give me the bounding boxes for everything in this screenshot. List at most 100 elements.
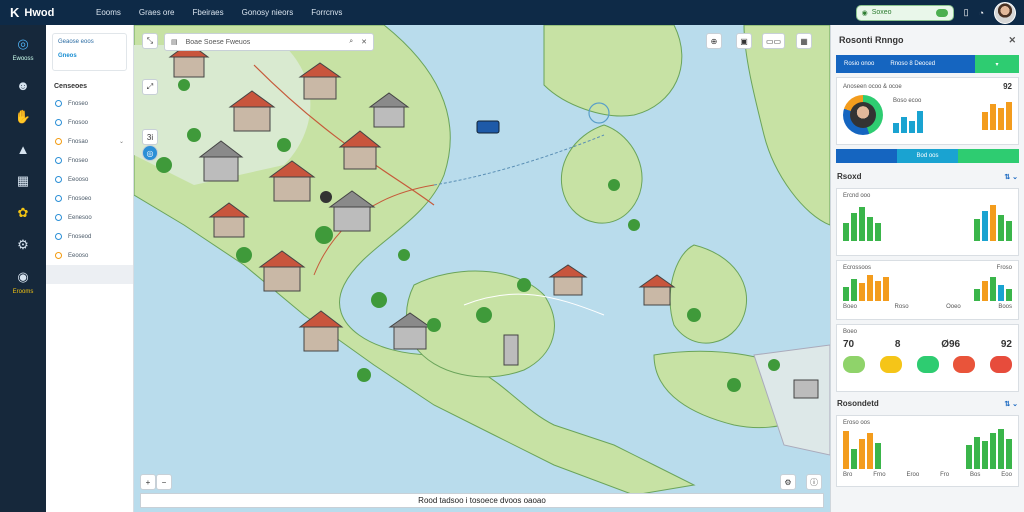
people-icon: ☻ [16, 77, 30, 93]
back-button[interactable]: ⤡ [142, 33, 158, 49]
mini-bars-blue [893, 107, 923, 133]
list-item[interactable]: Eenesoo [46, 208, 133, 227]
list-item-label: Eeooso [68, 176, 89, 183]
bar [909, 120, 915, 133]
map-toolbar-text: Boae Soese Fweuos [185, 38, 251, 46]
stats-title: Rsoxd ⇅ ⌄ [831, 169, 1024, 184]
brand[interactable]: K Hwod [0, 5, 90, 20]
radio-icon [55, 119, 62, 126]
status-pill[interactable] [879, 356, 902, 373]
info-button[interactable]: ⓘ [806, 474, 822, 490]
axis-label: Bos [970, 472, 981, 478]
close-icon[interactable]: ✕ [1008, 35, 1016, 46]
list-item-selected[interactable] [46, 265, 133, 284]
tab-1[interactable]: Rosio onoo [836, 61, 882, 67]
bar [1006, 289, 1012, 301]
status-pill[interactable] [916, 356, 939, 373]
map-canvas[interactable]: ⤡ ▤ Boae Soese Fweuos ⌕ ✕ ⤢ 3i ◎ ⊕ ▣ ▭▭ … [134, 25, 830, 512]
topnav-item[interactable]: Fbeiraes [192, 8, 223, 17]
list-item[interactable]: Eeooso [46, 246, 133, 265]
list-item[interactable]: Fnoseo [46, 151, 133, 170]
layer-icon: ▤ [171, 39, 178, 46]
bars-orange [843, 429, 881, 469]
side-panel-head-link[interactable]: Gneos [58, 53, 121, 59]
right-panel-header: Rosonti Rnngo ✕ [831, 25, 1024, 55]
stats-sub: Ercnd ooo [843, 193, 871, 199]
chevron-icon[interactable]: ⇅ ⌄ [1004, 173, 1018, 181]
avatar[interactable] [994, 1, 1016, 24]
rail-item-gear[interactable]: ✿ [14, 204, 32, 222]
bars-mixed [974, 205, 1012, 241]
rail-item-people[interactable]: ☻ [14, 76, 32, 94]
bar [990, 104, 996, 130]
zoom-in-button[interactable]: + [140, 474, 156, 490]
topnav-item[interactable]: Forrcnvs [311, 8, 342, 17]
layers-icon: ◉ [17, 269, 29, 284]
toggle-switch[interactable] [935, 8, 948, 17]
rail-item-chart[interactable]: ▲ [14, 140, 32, 158]
bar-axis: Bro Frno Eroo Fro Bos Eoo [843, 472, 1012, 478]
bottom-chart-title: Rosondetd ⇅ ⌄ [831, 396, 1024, 411]
axis-label: Boos [998, 304, 1012, 310]
list-item[interactable]: Fnoseo [46, 94, 133, 113]
status-pill[interactable] [953, 356, 976, 373]
bell-icon[interactable]: ◔ [979, 8, 984, 18]
list-item-label: Eenesoo [68, 214, 92, 221]
phone-icon[interactable]: ▯ [964, 7, 969, 18]
topnav-item[interactable]: Graes ore [139, 8, 175, 17]
list-item-label: Fnosoo [68, 119, 89, 126]
rail-item-hand[interactable]: ✋ [14, 108, 32, 126]
logo-icon: K [10, 5, 20, 20]
rail-item-globe[interactable]: ◎ Ewooss [12, 35, 33, 62]
rail-item-layers[interactable]: ◉ Erooms [13, 268, 34, 295]
tool-button-4[interactable]: ▦ [796, 33, 812, 49]
zoom-out-button[interactable]: − [156, 474, 172, 490]
bar [998, 215, 1004, 241]
right-panel: Rosonti Rnngo ✕ Rosio onoo Rnoso 8 Deoce… [830, 25, 1024, 512]
chevron-icon[interactable]: ⇅ ⌄ [1004, 400, 1018, 408]
tool-button-3[interactable]: ▭▭ [762, 33, 786, 49]
side-panel: Geaose eoos Gneos Censeoes Fnoseo Fnosoo… [46, 25, 134, 512]
map-toolbar[interactable]: ▤ Boae Soese Fweuos ⌕ ✕ [164, 33, 374, 51]
tool-button-2[interactable]: ▣ [736, 33, 752, 49]
topnav-item[interactable]: Gonosy nieors [242, 8, 294, 17]
locate-button[interactable]: ◎ [142, 145, 158, 161]
list-item[interactable]: Fnosao ⌄ [46, 132, 133, 151]
rail-item-grid[interactable]: ▦ [14, 172, 32, 190]
zoom-label[interactable]: 3i [142, 129, 158, 145]
bar [875, 223, 881, 241]
tool-button-1[interactable]: ⊕ [706, 33, 722, 49]
globe-icon: ◎ [17, 36, 29, 51]
axis-label: Roso [894, 304, 909, 310]
tab-3[interactable]: ▾ [975, 55, 1019, 73]
bar [974, 289, 980, 301]
rail-item-settings[interactable]: ⚙ [14, 236, 32, 254]
bar [982, 441, 988, 469]
status-pills [843, 356, 1012, 373]
bottom-chart-sub: Eroso oos [843, 420, 871, 426]
app-name: Hwod [24, 6, 55, 19]
list-item[interactable]: Fnosoo [46, 113, 133, 132]
list-item[interactable]: Fnosoeo [46, 189, 133, 208]
bar [1006, 102, 1012, 130]
status-pill[interactable] [843, 356, 865, 373]
list-item[interactable]: Fnoseod [46, 227, 133, 246]
radio-icon [55, 138, 62, 145]
search-toggle[interactable]: ◉ Soxeo [855, 4, 954, 21]
kpi-row: 70 8 Ø96 92 [843, 339, 1012, 350]
bottom-chart-title-text: Rosondetd [837, 399, 879, 408]
stats-title-text: Rsoxd [837, 172, 862, 181]
left-rail: ◎ Ewooss ☻ ✋ ▲ ▦ ✿ ⚙ ◉ Erooms [0, 25, 46, 512]
topnav-item[interactable]: Eooms [96, 8, 121, 17]
status-pill[interactable] [990, 356, 1012, 373]
fullscreen-button[interactable]: ⤢ [142, 79, 158, 95]
settings-button[interactable]: ⚙ [780, 474, 796, 490]
bar [867, 433, 873, 469]
bar [875, 281, 881, 301]
list-item[interactable]: Eeooso [46, 170, 133, 189]
search-icon[interactable]: ⌕ [349, 38, 353, 46]
bar [901, 116, 907, 133]
close-icon[interactable]: ✕ [361, 38, 367, 46]
progress-text: Bod oos [897, 149, 958, 163]
tab-2[interactable]: Rnoso 8 Deoced [882, 61, 943, 67]
